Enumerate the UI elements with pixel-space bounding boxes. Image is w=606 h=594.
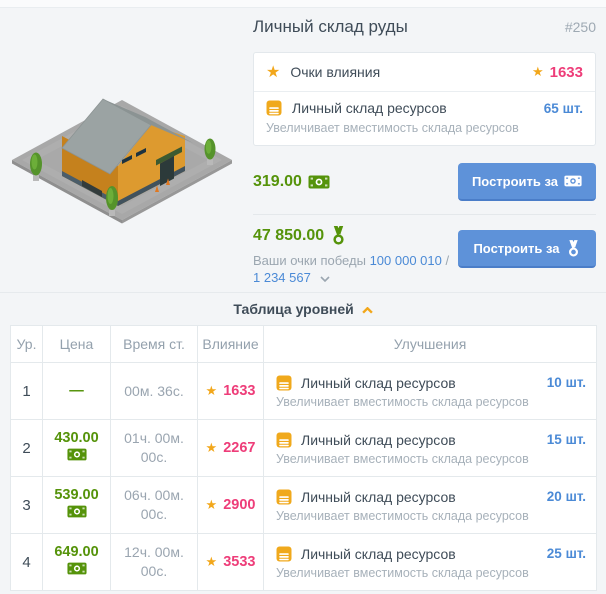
build-for-medals-button[interactable]: Построить за (458, 230, 596, 268)
time-cell: 01ч. 00м. 00с. (110, 419, 198, 477)
chevron-up-icon (361, 306, 373, 314)
upgrades-cell: Личный склад ресурсов 10 шт. Увеличивает… (263, 362, 597, 420)
price-cell: — (42, 362, 111, 420)
warehouse-icon (266, 100, 282, 116)
top-strip (0, 0, 606, 8)
price-cell: 430.00 (42, 419, 111, 477)
star-icon: ★ (205, 554, 218, 569)
section-divider (0, 292, 606, 293)
star-icon: ★ (205, 383, 218, 398)
building-number: #250 (564, 19, 596, 35)
star-icon: ★ (531, 64, 544, 79)
column-header-2: Время ст. (110, 325, 198, 363)
medal-price-value: 47 850.00 (253, 226, 325, 244)
medal-price: 47 850.00 (253, 226, 451, 245)
money-price-value: 319.00 (253, 173, 302, 190)
warehouse-icon (276, 489, 292, 504)
level-row: 3 539.00 06ч. 00м. 00с. ★ 2900 Личный ск… (10, 476, 597, 534)
storage-description: Увеличивает вместимость склада ресурсов (266, 121, 519, 135)
storage-label: Личный склад ресурсов (292, 100, 447, 116)
victory-points-required: 1 234 567 (253, 270, 311, 285)
title-row: Личный склад руды #250 (253, 17, 596, 37)
medal-icon (568, 239, 578, 257)
money-icon (66, 505, 87, 518)
money-price: 319.00 (253, 173, 330, 191)
building-illustration (12, 98, 232, 224)
star-icon: ★ (205, 497, 218, 512)
time-cell: 00м. 36с. (110, 362, 198, 420)
money-icon (308, 175, 330, 189)
levels-table: Ур. Цена Время ст. Влияние Улучшения 1 — 00м… (10, 325, 597, 591)
upgrades-cell: Личный склад ресурсов 25 шт. Увеличивает… (263, 533, 597, 591)
level-row: 2 430.00 01ч. 00м. 00с. ★ 2267 Личный ск… (10, 419, 597, 477)
price-cell: 539.00 (42, 476, 111, 534)
level-cell: 4 (10, 533, 43, 591)
column-header-1: Цена (42, 325, 111, 363)
level-cell: 1 (10, 362, 43, 420)
level-cell: 3 (10, 476, 43, 534)
medal-purchase-row: 47 850.00 Ваши очки победы 100 000 010 /… (253, 226, 596, 286)
levels-table-toggle[interactable]: Таблица уровней (0, 301, 606, 317)
storage-row: Личный склад ресурсов 65 шт. Увеличивает… (254, 92, 595, 145)
building-card: Личный склад руды #250 ★ Очки влияния ★ … (0, 0, 606, 594)
purchase-divider (253, 214, 596, 215)
column-header-4: Улучшения (263, 325, 597, 363)
warehouse-icon (276, 546, 292, 561)
star-icon: ★ (205, 440, 218, 455)
page-title: Личный склад руды (253, 17, 408, 36)
victory-points-label: Ваши очки победы (253, 253, 366, 268)
money-icon (564, 175, 582, 187)
victory-points-current: 100 000 010 (369, 253, 442, 268)
chevron-down-icon (320, 276, 331, 283)
column-header-3: Влияние (197, 325, 264, 363)
money-icon (66, 448, 87, 461)
money-purchase-row: 319.00 Построить за (253, 163, 596, 201)
influence-cell: ★ 3533 (197, 533, 264, 591)
info-box: ★ Очки влияния ★ 1633 Личный склад ресур… (253, 52, 596, 146)
victory-points-info: Ваши очки победы 100 000 010 / 1 234 567 (253, 252, 451, 286)
price-cell: 649.00 (42, 533, 111, 591)
influence-cell: ★ 2900 (197, 476, 264, 534)
table-header-row: Ур. Цена Время ст. Влияние Улучшения (10, 325, 597, 363)
storage-count: 65 шт. (543, 100, 583, 116)
level-row: 4 649.00 12ч. 00м. 00с. ★ 3533 Личный ск… (10, 533, 597, 591)
medal-icon (333, 226, 344, 245)
star-icon: ★ (266, 64, 281, 81)
influence-value: 1633 (549, 63, 583, 81)
upgrades-cell: Личный склад ресурсов 20 шт. Увеличивает… (263, 476, 597, 534)
influence-row: ★ Очки влияния ★ 1633 (254, 53, 595, 92)
influence-label: Очки влияния (290, 64, 381, 80)
influence-cell: ★ 1633 (197, 362, 264, 420)
levels-table-title: Таблица уровней (233, 301, 354, 317)
victory-points-separator: / (445, 253, 450, 268)
influence-cell: ★ 2267 (197, 419, 264, 477)
build-for-money-button[interactable]: Построить за (458, 163, 596, 201)
time-cell: 12ч. 00м. 00с. (110, 533, 198, 591)
level-cell: 2 (10, 419, 43, 477)
upgrades-cell: Личный склад ресурсов 15 шт. Увеличивает… (263, 419, 597, 477)
victory-points-expander[interactable] (320, 269, 331, 286)
build-for-money-label: Построить за (471, 173, 559, 189)
time-cell: 06ч. 00м. 00с. (110, 476, 198, 534)
warehouse-icon (276, 432, 292, 447)
build-for-medals-label: Построить за (473, 240, 560, 256)
details-panel: Личный склад руды #250 ★ Очки влияния ★ … (253, 17, 596, 286)
level-row: 1 — 00м. 36с. ★ 1633 Личный склад ресурс… (10, 362, 597, 420)
money-icon (66, 562, 87, 575)
column-header-0: Ур. (10, 325, 43, 363)
warehouse-icon (276, 375, 292, 390)
